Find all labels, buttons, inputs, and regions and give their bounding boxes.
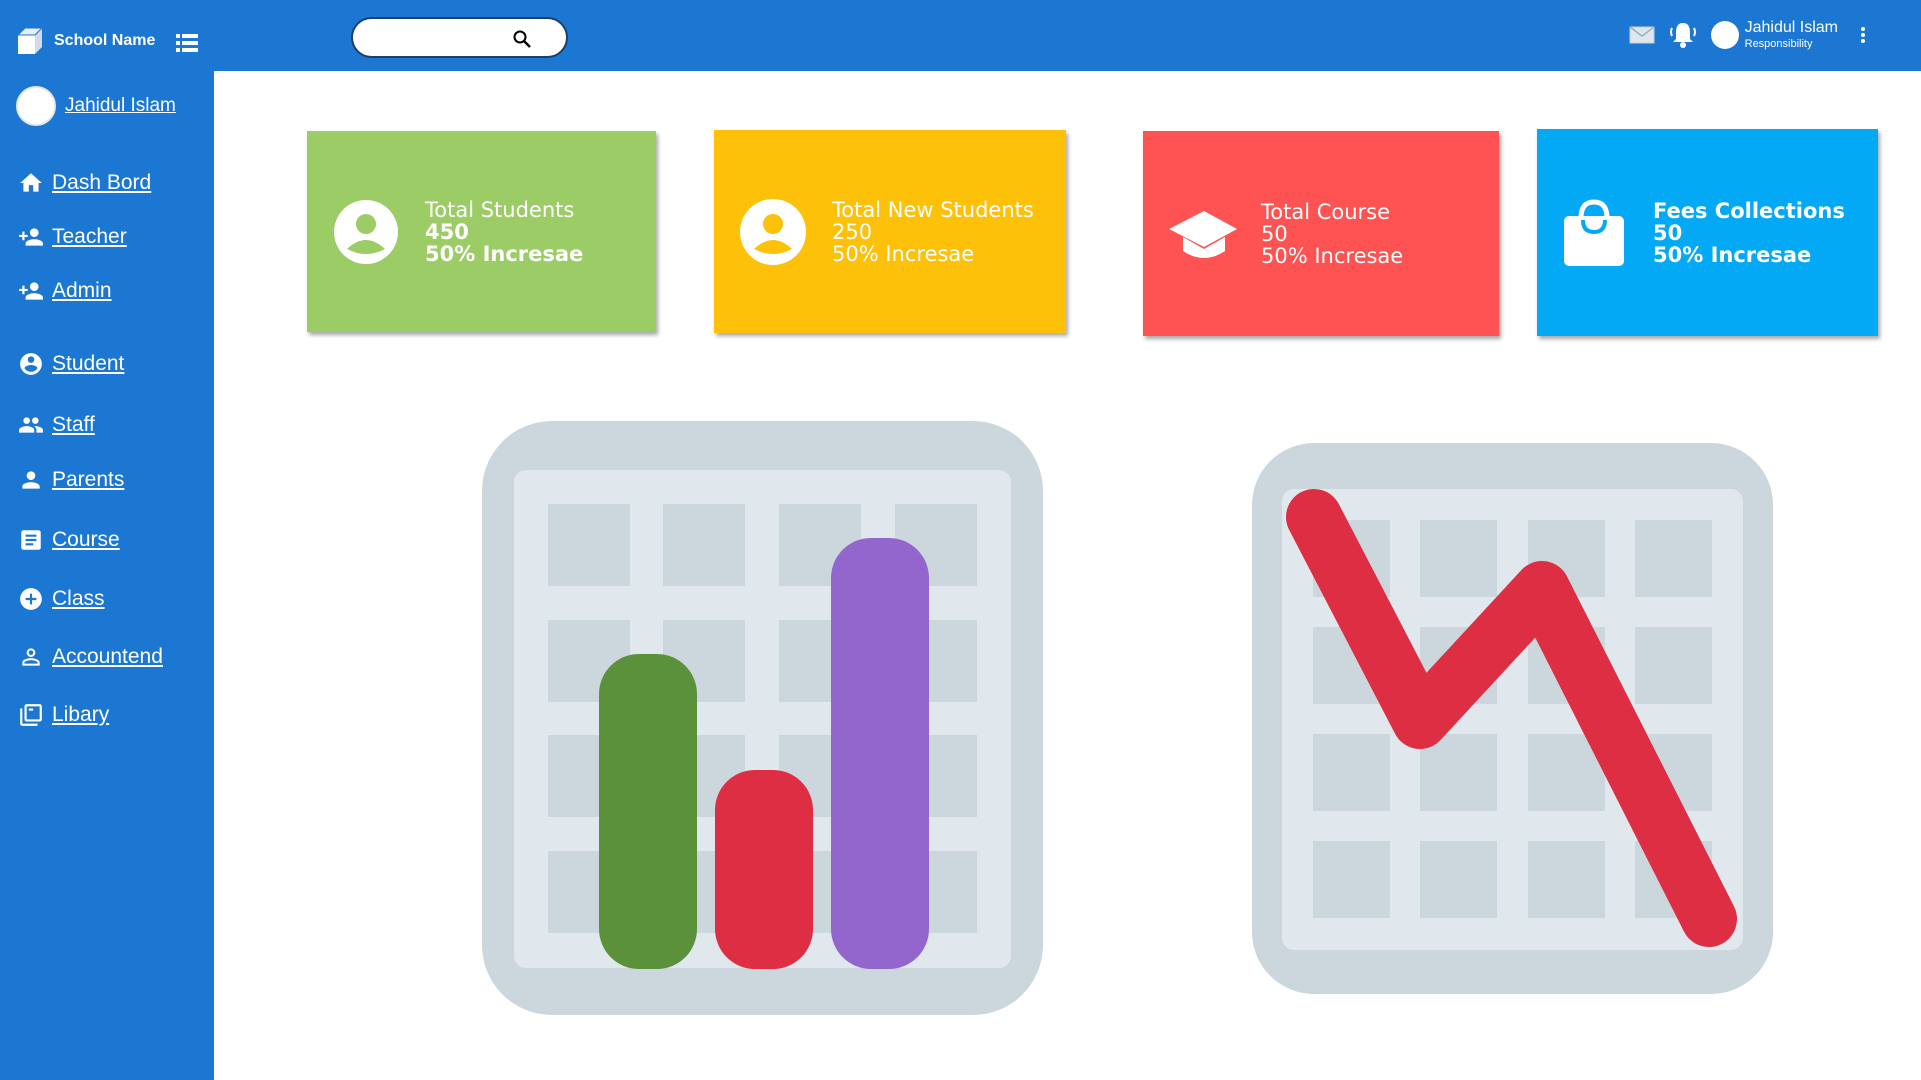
sidebar-item-label: Class: [52, 587, 105, 610]
sidebar-item-accountend[interactable]: Accountend: [18, 644, 163, 670]
sidebar-item-label: Libary: [52, 703, 110, 726]
sidebar-item-class[interactable]: Class: [18, 586, 105, 612]
card-text: Total New Students 250 50% Incresae: [832, 199, 1034, 265]
card-value: 450: [425, 219, 469, 244]
sidebar-item-label: Admin: [52, 279, 112, 302]
card-title: Fees Collections: [1653, 198, 1845, 223]
sidebar-user-name: Jahidul Islam: [65, 95, 176, 116]
sidebar-item-label: Student: [52, 352, 125, 375]
user-info[interactable]: Jahidul Islam Responsibility: [1745, 20, 1838, 50]
sidebar-item-admin[interactable]: Admin: [18, 278, 112, 304]
brand[interactable]: School Name: [15, 26, 155, 56]
sidebar-item-label: Parents: [52, 468, 125, 491]
card-value: 50: [1653, 220, 1683, 245]
school-name: School Name: [54, 32, 156, 49]
search-input[interactable]: [351, 17, 568, 58]
top-right-actions: Jahidul Islam Responsibility: [1629, 20, 1866, 50]
people-icon: [19, 417, 43, 433]
sidebar-item-label: Accountend: [52, 645, 163, 668]
shopping-bag-icon: [1564, 198, 1624, 266]
person-outline-icon: [22, 648, 40, 666]
card-change: 50% Incresae: [832, 241, 975, 266]
sidebar-item-label: Course: [52, 528, 120, 551]
list-menu-icon[interactable]: [176, 33, 198, 53]
person-add-icon: [19, 282, 43, 300]
person-icon: [22, 471, 40, 489]
card-value: 50: [1261, 221, 1288, 246]
graduation-cap-icon: [1169, 210, 1237, 258]
sidebar-item-parents[interactable]: Parents: [18, 467, 124, 493]
sidebar-user[interactable]: Jahidul Islam: [16, 86, 176, 126]
card-title: Total New Students: [832, 197, 1034, 222]
stat-card-total-new-students[interactable]: Total New Students 250 50% Incresae: [714, 130, 1066, 333]
sidebar-item-student[interactable]: Student: [18, 351, 124, 377]
stat-card-fees-collections[interactable]: Fees Collections 50 50% Incresae: [1537, 129, 1878, 336]
card-change: 50% Incresae: [1261, 243, 1404, 268]
sidebar-item-teacher[interactable]: Teacher: [18, 224, 127, 250]
top-app-bar: School Name Jahidul Islam Responsibility: [0, 0, 1921, 71]
card-change: 50% Incresae: [1653, 242, 1812, 267]
person-add-icon: [19, 228, 43, 246]
card-title: Total Course: [1261, 199, 1391, 224]
card-text: Fees Collections 50 50% Incresae: [1653, 200, 1845, 266]
stat-card-total-course[interactable]: Total Course 50 50% Incresae: [1143, 131, 1499, 336]
card-value: 250: [832, 219, 873, 244]
sidebar-item-course[interactable]: Course: [18, 527, 120, 553]
notification-bell-icon[interactable]: [1669, 20, 1697, 50]
card-title: Total Students: [425, 197, 575, 222]
sidebar-item-label: Staff: [52, 413, 95, 436]
bar-chart-icon: [482, 421, 1043, 1015]
library-icon: [20, 704, 42, 726]
search-icon[interactable]: [512, 29, 532, 49]
sidebar-item-dashboard[interactable]: Dash Bord: [18, 170, 151, 196]
sidebar-item-label: Teacher: [52, 225, 127, 248]
sidebar-item-libary[interactable]: Libary: [18, 702, 109, 728]
more-vert-icon[interactable]: [1860, 25, 1866, 45]
chart-decreasing-icon: [1252, 443, 1773, 994]
user-name: Jahidul Islam: [1744, 19, 1838, 36]
avatar[interactable]: [1710, 21, 1739, 49]
card-text: Total Course 50 50% Incresae: [1261, 201, 1403, 267]
document-icon: [21, 530, 41, 550]
account-circle-icon: [740, 198, 806, 265]
stat-card-total-students[interactable]: Total Students 450 50% Incresae: [307, 131, 656, 332]
user-role: Responsibility: [1744, 38, 1813, 50]
home-icon: [20, 173, 42, 192]
card-change: 50% Incresae: [425, 241, 584, 266]
avatar: [16, 86, 56, 126]
account-circle-icon: [334, 199, 398, 264]
sidebar-item-label: Dash Bord: [52, 171, 152, 194]
account-circle-icon: [20, 353, 42, 375]
mail-icon[interactable]: [1629, 25, 1655, 45]
sidebar-item-staff[interactable]: Staff: [18, 412, 95, 438]
card-text: Total Students 450 50% Incresae: [425, 199, 583, 265]
add-circle-icon: [20, 588, 42, 610]
cube-logo-icon: [16, 27, 44, 54]
sidebar: Jahidul Islam Dash Bord Teacher Admin St…: [0, 71, 214, 1080]
